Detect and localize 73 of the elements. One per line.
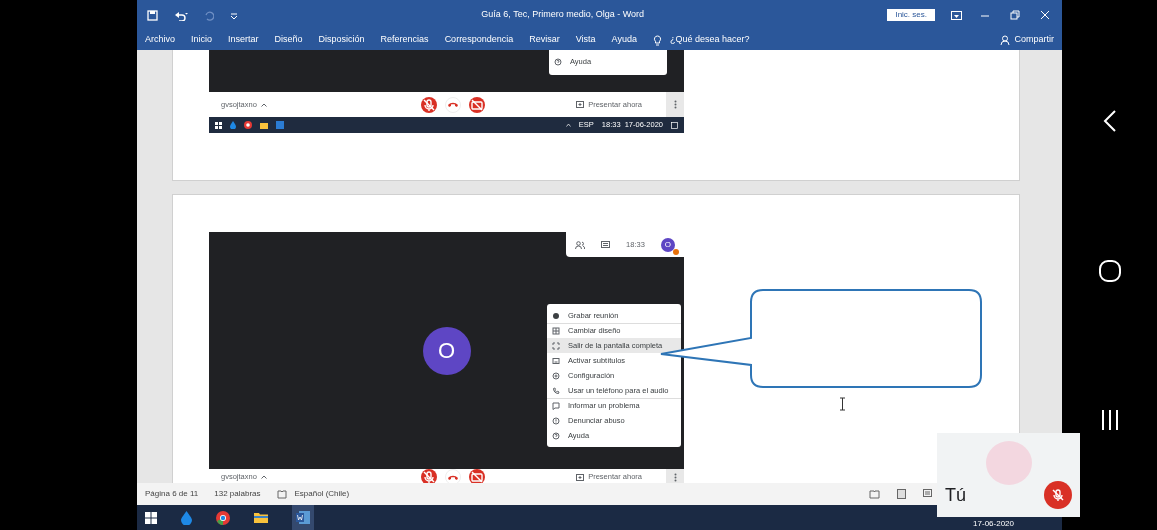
hang-up-button[interactable] <box>444 469 461 483</box>
notification-icon[interactable] <box>671 121 678 129</box>
hang-up-button[interactable] <box>444 96 461 113</box>
save-icon[interactable] <box>147 9 158 21</box>
back-icon[interactable] <box>1102 110 1117 132</box>
close-icon[interactable] <box>1038 10 1052 20</box>
person-icon[interactable] <box>1000 34 1011 46</box>
windows-icon[interactable] <box>215 121 222 129</box>
fullscreen-icon <box>552 341 560 350</box>
print-layout-icon[interactable] <box>896 489 907 499</box>
mic-button[interactable] <box>420 469 437 483</box>
browser-icon[interactable] <box>216 510 230 525</box>
alert-icon <box>552 416 560 425</box>
word-count: 132 palabras <box>214 488 261 500</box>
home-icon[interactable] <box>1098 260 1121 282</box>
photo-placeholder <box>985 441 1032 485</box>
sign-in-button[interactable]: Inic. ses. <box>887 9 935 21</box>
ribbon-tab[interactable]: Archivo <box>145 33 175 47</box>
share-button[interactable]: Compartir <box>1014 33 1054 47</box>
ribbon-tab[interactable]: Revisar <box>529 33 560 47</box>
camera-button[interactable] <box>468 469 485 483</box>
participant-name: Tú <box>945 483 966 507</box>
mic-button[interactable] <box>420 96 437 113</box>
report-icon <box>552 402 560 410</box>
ribbon-tab[interactable]: Inicio <box>191 33 213 47</box>
phone-icon <box>552 386 560 395</box>
language-status[interactable]: Español (Chile) <box>294 488 350 500</box>
ribbon-tab[interactable]: Referencias <box>380 33 429 47</box>
page-count: Página 6 de 11 <box>145 488 199 500</box>
ribbon-tab[interactable]: Diseño <box>274 33 303 47</box>
proofing-icon[interactable] <box>276 489 287 499</box>
folder-icon[interactable] <box>254 512 268 523</box>
drop-icon[interactable] <box>181 510 192 525</box>
people-icon[interactable] <box>575 240 586 249</box>
present-icon[interactable] <box>576 473 585 481</box>
mic-off-icon <box>1050 487 1066 503</box>
settings-icon <box>552 371 560 380</box>
ribbon-display-icon[interactable] <box>951 10 962 20</box>
avatar: O <box>422 326 471 375</box>
text-cursor-icon <box>839 397 846 411</box>
browser-icon[interactable] <box>244 121 252 129</box>
ribbon-tab[interactable]: Ayuda <box>611 33 637 47</box>
caret-icon[interactable] <box>260 102 267 107</box>
ribbon-tab[interactable]: Correspondencia <box>444 33 514 47</box>
web-layout-icon[interactable] <box>923 489 934 499</box>
drop-icon[interactable] <box>230 121 236 129</box>
lightbulb-icon[interactable] <box>652 34 662 46</box>
caret-icon[interactable] <box>260 475 267 479</box>
clock-date: 17-06-2020 <box>973 517 1014 530</box>
help-icon <box>552 431 560 440</box>
chat-icon[interactable] <box>601 240 611 249</box>
undo-icon[interactable] <box>174 9 188 21</box>
ribbon-tab[interactable]: Disposición <box>318 33 365 47</box>
window-title: Guía 6, Tec, Primero medio, Olga - Word <box>480 8 646 22</box>
phone-icon <box>447 102 458 107</box>
ribbon-tab[interactable]: Vista <box>575 33 596 47</box>
tell-me-field[interactable]: ¿Qué desea hacer? <box>669 33 750 47</box>
windows-icon[interactable] <box>145 511 157 524</box>
document-icon[interactable] <box>296 511 310 524</box>
ribbon-tab[interactable]: Insertar <box>228 33 259 47</box>
more-icon[interactable] <box>673 472 677 482</box>
present-icon[interactable] <box>576 101 585 108</box>
more-icon[interactable] <box>673 100 677 109</box>
record-dot-icon <box>552 311 560 320</box>
captions-icon <box>552 356 560 365</box>
recents-icon[interactable] <box>1100 410 1119 430</box>
restore-icon[interactable] <box>1008 10 1022 20</box>
help-icon <box>554 57 562 66</box>
grid-icon <box>552 327 560 335</box>
read-mode-icon[interactable] <box>869 489 880 499</box>
folder-icon[interactable] <box>260 121 268 129</box>
phone-icon <box>447 474 458 480</box>
camera-button[interactable] <box>468 96 485 113</box>
